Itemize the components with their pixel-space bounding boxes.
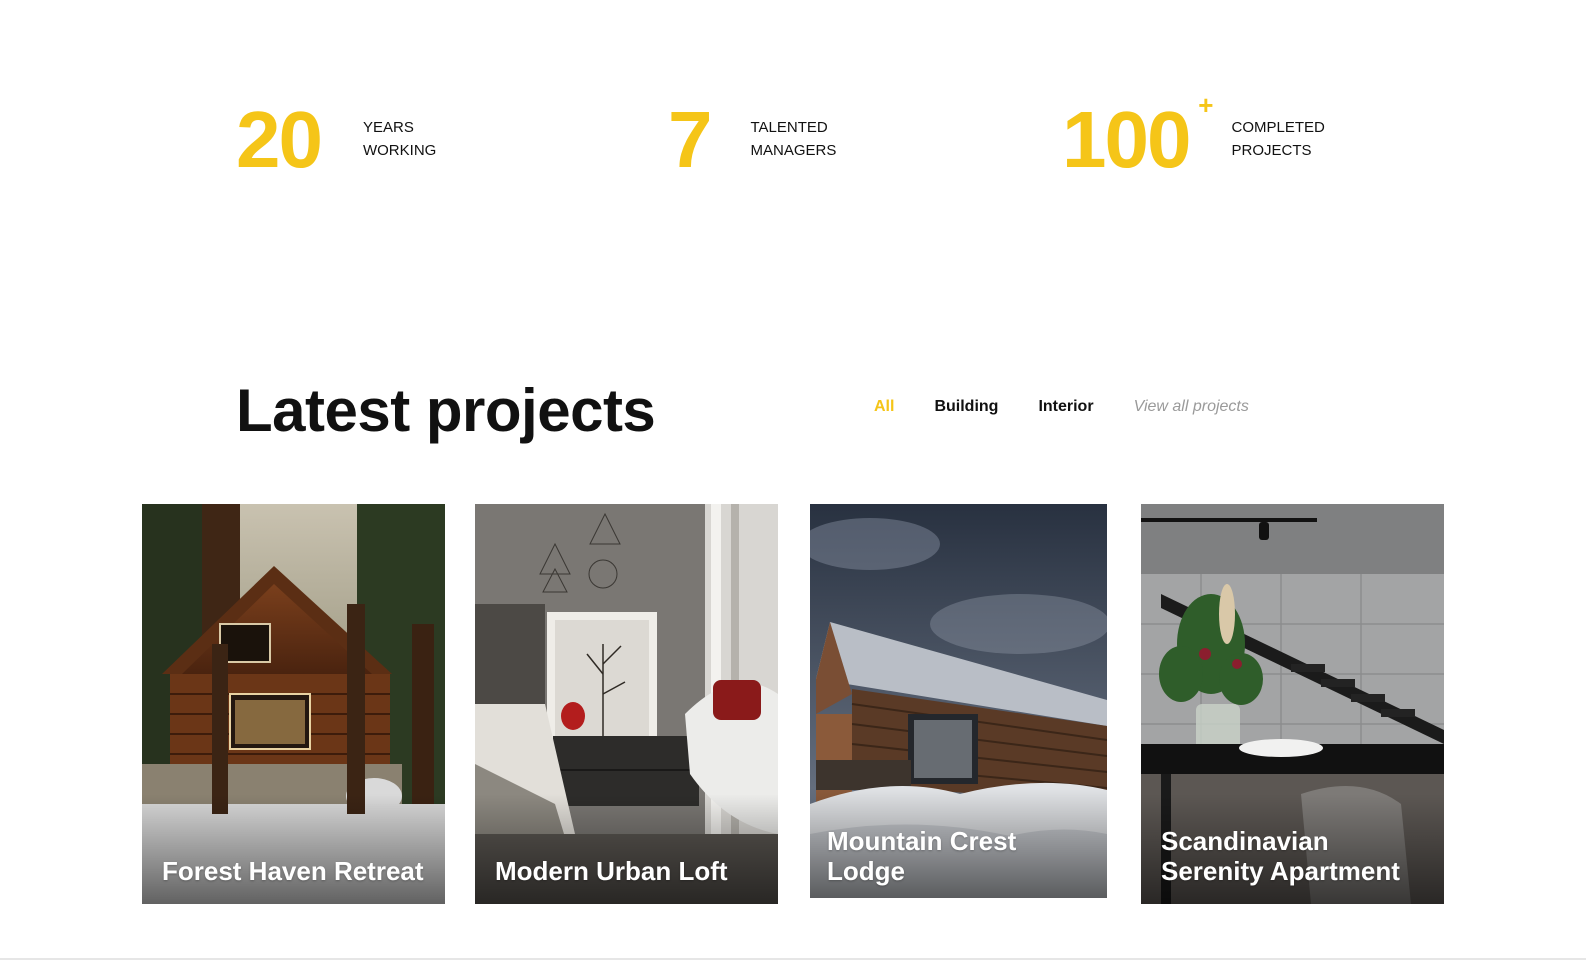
card-title: Scandinavian Serenity Apartment: [1161, 826, 1400, 886]
card-overlay: [475, 794, 778, 904]
stat-label-line2: MANAGERS: [750, 142, 837, 159]
project-cards: Forest Haven Retreat Modern Urban Loft M…: [142, 504, 1444, 904]
project-card-forest-haven-retreat[interactable]: Forest Haven Retreat: [142, 504, 445, 904]
stat-label-line1: COMPLETED: [1231, 119, 1325, 136]
card-overlay: [142, 794, 445, 904]
project-card-mountain-crest-lodge[interactable]: Mountain Crest Lodge: [810, 504, 1107, 898]
stat-label-line1: TALENTED: [750, 119, 828, 136]
stat-label-line2: PROJECTS: [1231, 142, 1312, 159]
stat-years-working: 20 YEARS WORKING: [236, 100, 436, 180]
stat-label: YEARS WORKING: [363, 116, 436, 162]
card-title: Mountain Crest Lodge: [827, 826, 1017, 886]
section-title: Latest projects: [236, 377, 656, 444]
stat-number: 20: [236, 95, 323, 184]
stats-section: 20 YEARS WORKING 7 TALENTED MANAGERS 100…: [0, 0, 1586, 300]
latest-projects-header: Latest projects All Building Interior Vi…: [236, 376, 1336, 456]
project-card-scandinavian-serenity-apartment[interactable]: Scandinavian Serenity Apartment: [1141, 504, 1444, 904]
project-filters: All Building Interior View all projects: [874, 398, 1249, 416]
stat-number: 7: [668, 95, 712, 184]
stat-label-line1: YEARS: [362, 119, 414, 136]
filter-building[interactable]: Building: [934, 398, 998, 416]
stat-number: 100 +: [1062, 92, 1214, 180]
project-card-modern-urban-loft[interactable]: Modern Urban Loft: [475, 504, 778, 904]
stat-completed-projects: 100 + COMPLETED PROJECTS: [1062, 92, 1325, 180]
filter-all[interactable]: All: [874, 398, 894, 416]
stat-label-line2: WORKING: [362, 142, 437, 159]
card-title: Modern Urban Loft: [495, 856, 728, 886]
filter-interior[interactable]: Interior: [1038, 398, 1093, 416]
stat-talented-managers: 7 TALENTED MANAGERS: [668, 100, 836, 180]
stat-label: TALENTED MANAGERS: [751, 116, 837, 162]
stat-plus-suffix: +: [1198, 90, 1213, 120]
stat-number-value: 100: [1062, 95, 1191, 184]
stat-label: COMPLETED PROJECTS: [1231, 116, 1324, 162]
view-all-projects-link[interactable]: View all projects: [1134, 398, 1249, 416]
card-title: Forest Haven Retreat: [162, 856, 424, 886]
